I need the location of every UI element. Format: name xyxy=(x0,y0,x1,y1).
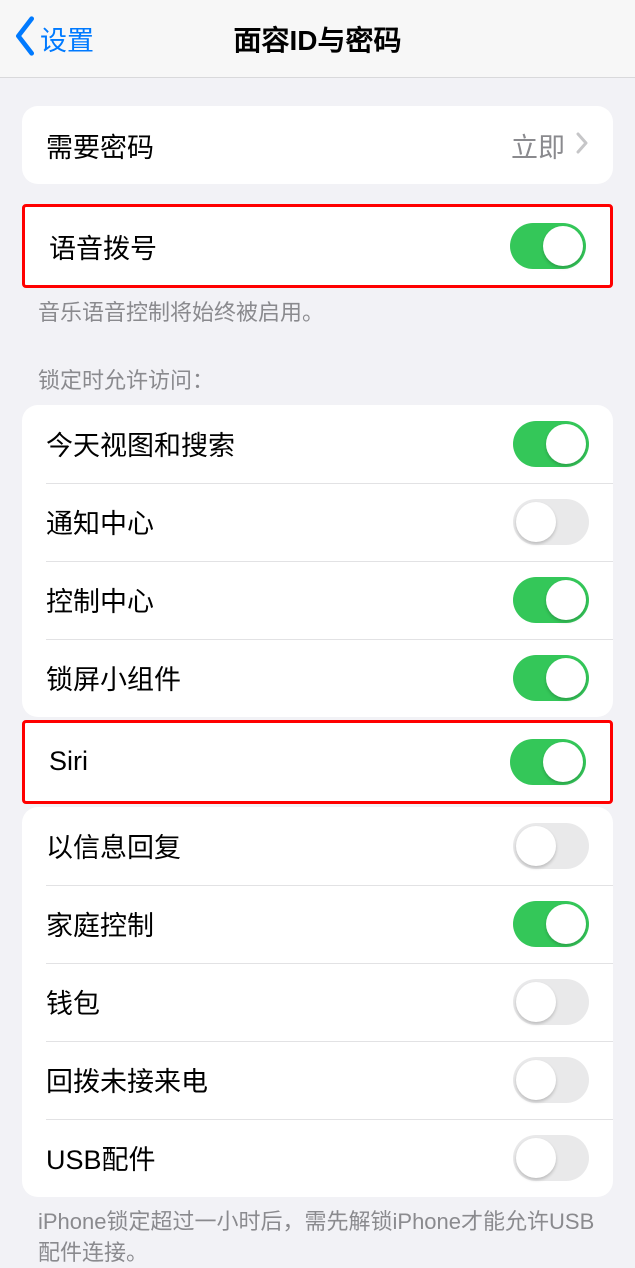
row-return-calls: 回拨未接来电 xyxy=(22,1041,613,1119)
usb-accessories-toggle[interactable] xyxy=(513,1135,589,1181)
chevron-right-icon xyxy=(575,132,589,159)
today-view-toggle[interactable] xyxy=(513,421,589,467)
toggle-knob xyxy=(516,1138,556,1178)
voice-dial-footer: 音乐语音控制将始终被启用。 xyxy=(38,298,597,329)
message-reply-label: 以信息回复 xyxy=(46,826,513,865)
group-siri: Siri xyxy=(22,720,613,804)
row-lock-widgets: 锁屏小组件 xyxy=(22,639,613,717)
row-usb-accessories: USB配件 xyxy=(22,1119,613,1197)
control-center-label: 控制中心 xyxy=(46,580,513,619)
back-label: 设置 xyxy=(40,19,94,58)
notification-center-toggle[interactable] xyxy=(513,499,589,545)
voice-dial-toggle[interactable] xyxy=(510,223,586,269)
toggle-knob xyxy=(516,826,556,866)
row-wallet: 钱包 xyxy=(22,963,613,1041)
chevron-left-icon xyxy=(12,16,38,61)
toggle-knob xyxy=(516,1060,556,1100)
page-title: 面容ID与密码 xyxy=(0,19,635,59)
control-center-toggle[interactable] xyxy=(513,577,589,623)
content: 需要密码 立即 语音拨号 音乐语音控制将始终被启用。 锁定时允许访问： 今天视图… xyxy=(0,78,635,1268)
row-control-center: 控制中心 xyxy=(22,561,613,639)
siri-label: Siri xyxy=(49,746,510,777)
toggle-knob xyxy=(546,424,586,464)
row-siri: Siri xyxy=(25,723,610,801)
toggle-knob xyxy=(546,580,586,620)
siri-toggle[interactable] xyxy=(510,739,586,785)
back-button[interactable]: 设置 xyxy=(0,16,94,61)
lock-access-header: 锁定时允许访问： xyxy=(38,363,597,395)
voice-dial-label: 语音拨号 xyxy=(49,227,510,266)
return-calls-toggle[interactable] xyxy=(513,1057,589,1103)
toggle-knob xyxy=(543,226,583,266)
lock-widgets-label: 锁屏小组件 xyxy=(46,658,513,697)
row-message-reply: 以信息回复 xyxy=(22,807,613,885)
group-require-passcode: 需要密码 立即 xyxy=(22,106,613,184)
row-voice-dial: 语音拨号 xyxy=(25,207,610,285)
require-passcode-value: 立即 xyxy=(511,126,565,165)
group-lock-access-2: 以信息回复 家庭控制 钱包 回拨未接来电 USB配件 xyxy=(22,807,613,1197)
wallet-label: 钱包 xyxy=(46,982,513,1021)
toggle-knob xyxy=(543,742,583,782)
group-lock-access: 今天视图和搜索 通知中心 控制中心 锁屏小组件 xyxy=(22,405,613,717)
message-reply-toggle[interactable] xyxy=(513,823,589,869)
today-view-label: 今天视图和搜索 xyxy=(46,424,513,463)
return-calls-label: 回拨未接来电 xyxy=(46,1060,513,1099)
require-passcode-label: 需要密码 xyxy=(46,126,511,165)
notification-center-label: 通知中心 xyxy=(46,502,513,541)
toggle-knob xyxy=(546,904,586,944)
usb-accessories-label: USB配件 xyxy=(46,1138,513,1177)
toggle-knob xyxy=(516,502,556,542)
usb-footer: iPhone锁定超过一小时后，需先解锁iPhone才能允许USB配件连接。 xyxy=(38,1207,597,1268)
lock-widgets-toggle[interactable] xyxy=(513,655,589,701)
wallet-toggle[interactable] xyxy=(513,979,589,1025)
toggle-knob xyxy=(546,658,586,698)
toggle-knob xyxy=(516,982,556,1022)
row-today-view: 今天视图和搜索 xyxy=(22,405,613,483)
row-notification-center: 通知中心 xyxy=(22,483,613,561)
row-home-control: 家庭控制 xyxy=(22,885,613,963)
row-require-passcode[interactable]: 需要密码 立即 xyxy=(22,106,613,184)
home-control-toggle[interactable] xyxy=(513,901,589,947)
home-control-label: 家庭控制 xyxy=(46,904,513,943)
group-voice-dial: 语音拨号 xyxy=(22,204,613,288)
navbar: 设置 面容ID与密码 xyxy=(0,0,635,78)
